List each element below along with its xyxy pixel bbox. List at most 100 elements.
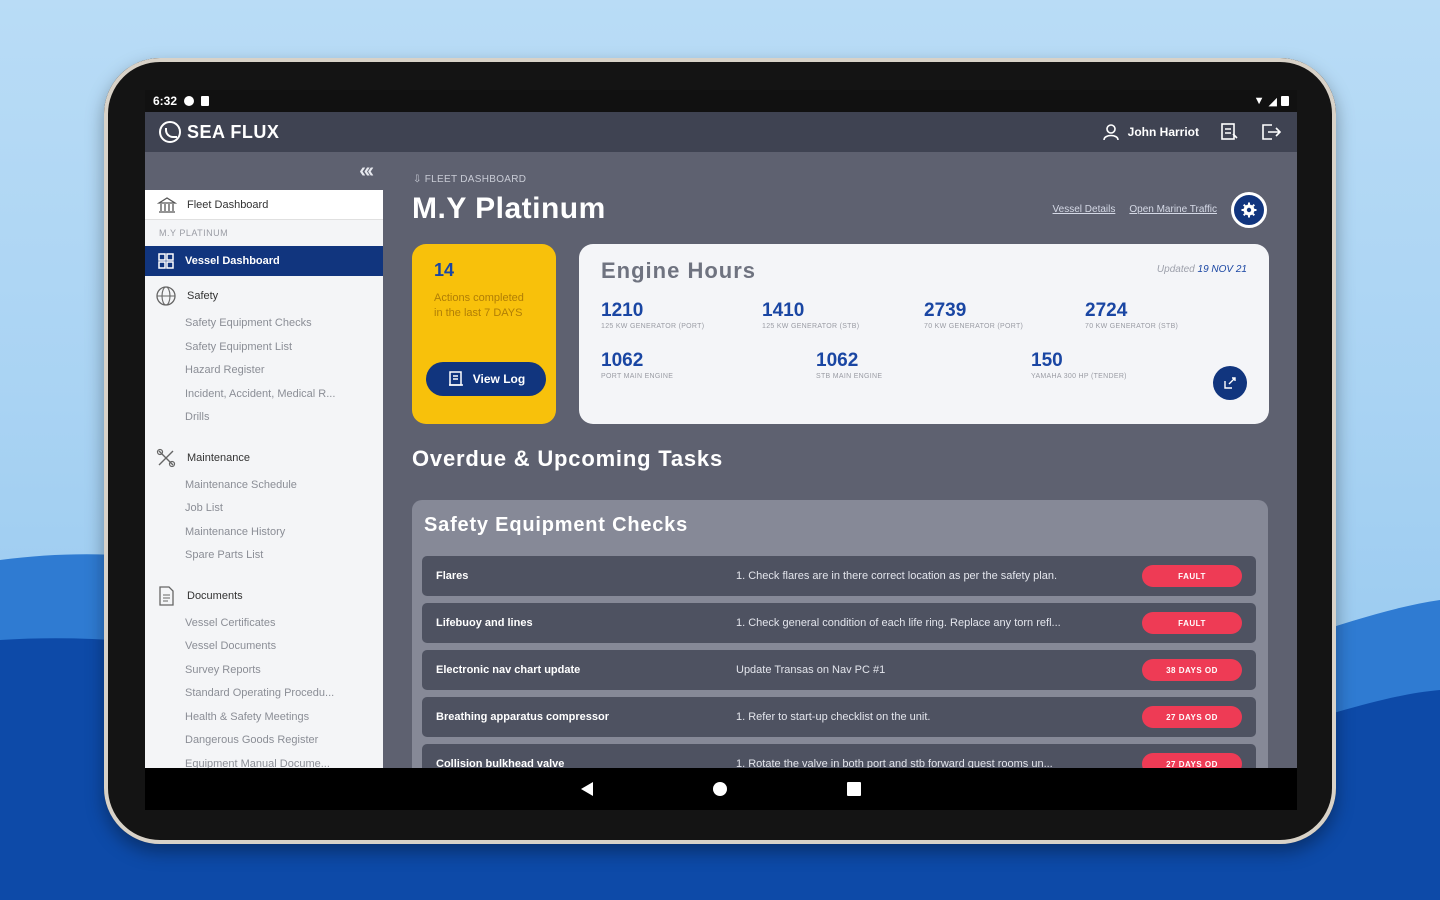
task-name: Flares — [436, 570, 469, 582]
vessel-details-link[interactable]: Vessel Details — [1053, 204, 1116, 215]
status-badge: FAULT — [1142, 612, 1242, 634]
view-log-label: View Log — [472, 372, 526, 386]
updated-date: 19 NOV 21 — [1197, 264, 1247, 275]
section-label: Safety — [187, 290, 219, 302]
actions-card: 14 Actions completed in the last 7 DAYS … — [412, 244, 556, 424]
task-row[interactable]: Lifebuoy and lines 1. Check general cond… — [422, 603, 1256, 643]
document-icon — [159, 585, 174, 606]
signal-icon: ◢ — [1268, 95, 1277, 108]
notes-button[interactable] — [1217, 120, 1241, 144]
section-title: Overdue & Upcoming Tasks — [412, 446, 723, 471]
collapse-sidebar-button[interactable]: «‹ — [145, 152, 383, 190]
content-area: «‹ Fleet Dashboard M.Y PLATINUM Vessel D… — [145, 152, 1297, 768]
sidebar: «‹ Fleet Dashboard M.Y PLATINUM Vessel D… — [145, 152, 383, 768]
engine-hour-item: 1410 125 KW GENERATOR (STB) — [762, 300, 859, 330]
sidebar-item-job-list[interactable]: Job List — [145, 497, 383, 521]
logo-icon — [159, 121, 181, 143]
sidebar-item-hazard-register[interactable]: Hazard Register — [145, 359, 383, 383]
engine-hours-title: Engine Hours — [601, 258, 757, 283]
sidebar-section-documents[interactable]: Documents — [145, 580, 383, 612]
engine-hours-card: Engine Hours Updated 19 NOV 21 1210 125 … — [579, 244, 1269, 424]
settings-button[interactable] — [1231, 192, 1267, 228]
engine-hour-item: 150 YAMAHA 300 HP (TENDER) — [1031, 350, 1127, 380]
engine-hour-label: 70 KW GENERATOR (STB) — [1085, 323, 1179, 330]
app-header: SEA FLUX John Harriot — [145, 112, 1297, 152]
sidebar-item-fleet-dashboard[interactable]: Fleet Dashboard — [145, 190, 383, 220]
recent-apps-icon[interactable] — [847, 782, 861, 796]
notes-icon — [1221, 123, 1238, 140]
sidebar-item-dangerous-goods[interactable]: Dangerous Goods Register — [145, 729, 383, 753]
engine-hour-label: 125 KW GENERATOR (PORT) — [601, 323, 705, 330]
user-icon — [1102, 124, 1119, 141]
android-icon — [201, 96, 210, 106]
sidebar-item-spare-parts[interactable]: Spare Parts List — [145, 544, 383, 568]
bank-icon — [157, 196, 177, 213]
engine-hour-value: 1210 — [601, 300, 644, 321]
wifi-icon: ▼ — [1253, 95, 1265, 107]
sidebar-item-incident[interactable]: Incident, Accident, Medical R... — [145, 383, 383, 407]
marine-traffic-link[interactable]: Open Marine Traffic — [1129, 204, 1217, 215]
engine-hour-value: 150 — [1031, 350, 1063, 371]
sidebar-item-vessel-dashboard[interactable]: Vessel Dashboard — [145, 246, 383, 276]
task-description: 1. Refer to start-up checklist on the un… — [736, 711, 931, 723]
sidebar-item-safety-equipment-list[interactable]: Safety Equipment List — [145, 336, 383, 360]
sidebar-item-health-safety[interactable]: Health & Safety Meetings — [145, 706, 383, 730]
task-row[interactable]: Electronic nav chart update Update Trans… — [422, 650, 1256, 690]
sidebar-section-maintenance[interactable]: Maintenance — [145, 442, 383, 474]
sidebar-item-label: Vessel Dashboard — [185, 255, 280, 267]
sidebar-section-safety[interactable]: Safety — [145, 280, 383, 312]
sidebar-item-survey-reports[interactable]: Survey Reports — [145, 659, 383, 683]
section-label: Maintenance — [187, 451, 250, 464]
sidebar-item-maintenance-history[interactable]: Maintenance History — [145, 521, 383, 545]
chevrons-left-icon: «‹ — [359, 159, 374, 182]
sidebar-item-safety-equipment-checks[interactable]: Safety Equipment Checks — [145, 312, 383, 336]
sidebar-item-vessel-documents[interactable]: Vessel Documents — [145, 635, 383, 659]
home-icon[interactable] — [713, 782, 727, 796]
task-row[interactable]: Breathing apparatus compressor 1. Refer … — [422, 697, 1256, 737]
edit-engine-hours-button[interactable] — [1213, 366, 1247, 400]
engine-hour-value: 1062 — [601, 350, 644, 371]
gear-icon — [1241, 202, 1257, 218]
status-badge: 27 DAYS OD — [1142, 753, 1242, 768]
task-name: Lifebuoy and lines — [436, 617, 533, 629]
task-description: 1. Check flares are in there correct loc… — [736, 570, 1057, 582]
breadcrumb[interactable]: ⇩ FLEET DASHBOARD — [413, 174, 526, 185]
engine-hour-item: 1062 STB MAIN ENGINE — [816, 350, 882, 380]
sidebar-item-drills[interactable]: Drills — [145, 406, 383, 430]
logout-button[interactable] — [1259, 120, 1283, 144]
task-row[interactable]: Flares 1. Check flares are in there corr… — [422, 556, 1256, 596]
engine-hour-label: PORT MAIN ENGINE — [601, 373, 674, 380]
logo-text: SEA FLUX — [187, 121, 280, 142]
task-description: 1. Check general condition of each life … — [736, 617, 1061, 629]
tools-icon — [156, 448, 176, 467]
battery-icon — [1281, 96, 1289, 106]
edit-icon — [1224, 377, 1236, 389]
user-profile[interactable]: John Harriot — [1102, 123, 1199, 141]
engine-hour-item: 2724 70 KW GENERATOR (STB) — [1085, 300, 1178, 330]
task-name: Electronic nav chart update — [436, 664, 581, 676]
sidebar-item-sop[interactable]: Standard Operating Procedu... — [145, 682, 383, 706]
sidebar-item-vessel-certificates[interactable]: Vessel Certificates — [145, 612, 383, 636]
page-title: M.Y Platinum — [412, 192, 606, 225]
engine-hour-value: 2724 — [1085, 300, 1128, 321]
status-badge: 38 DAYS OD — [1142, 659, 1242, 681]
sidebar-item-equipment-manual[interactable]: Equipment Manual Docume... — [145, 753, 383, 769]
tasks-panel-title: Safety Equipment Checks — [424, 514, 689, 536]
engine-hour-value: 1062 — [816, 350, 859, 371]
engine-hour-label: YAMAHA 300 HP (TENDER) — [1031, 373, 1127, 380]
sidebar-item-label: Fleet Dashboard — [187, 198, 269, 211]
task-row[interactable]: Collision bulkhead valve 1. Rotate the v… — [422, 744, 1256, 768]
main-panel: ⇩ FLEET DASHBOARD M.Y Platinum Vessel De… — [383, 152, 1297, 768]
sidebar-item-maintenance-schedule[interactable]: Maintenance Schedule — [145, 474, 383, 498]
view-log-button[interactable]: View Log — [426, 362, 546, 396]
engine-hour-item: 1210 125 KW GENERATOR (PORT) — [601, 300, 704, 330]
vessel-name-label: M.Y PLATINUM — [159, 228, 229, 238]
task-name: Breathing apparatus compressor — [436, 711, 609, 723]
status-badge: 27 DAYS OD — [1142, 706, 1242, 728]
sea-flux-logo[interactable]: SEA FLUX — [159, 121, 279, 143]
globe-icon — [156, 286, 176, 306]
logout-icon — [1262, 124, 1282, 140]
tasks-panel: Safety Equipment Checks Flares 1. Check … — [412, 500, 1268, 768]
log-icon — [448, 371, 463, 386]
back-icon[interactable] — [581, 782, 593, 796]
